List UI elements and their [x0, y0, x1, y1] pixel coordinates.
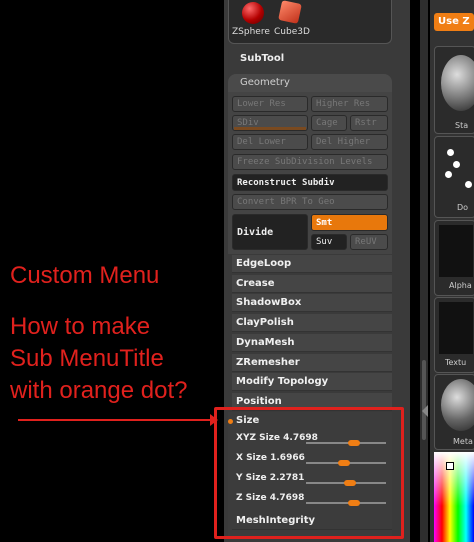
freeze-subdivision-button[interactable]: Freeze SubDivision Levels	[232, 154, 388, 170]
divide-button[interactable]: Divide	[232, 214, 308, 250]
lower-res-button[interactable]: Lower Res	[232, 96, 308, 112]
reuv-button[interactable]: ReUV	[350, 234, 388, 250]
annotation-arrow-icon	[18, 414, 218, 426]
dots-stroke-icon	[443, 145, 473, 195]
zsphere-label: ZSphere	[232, 27, 270, 37]
thumb-label: Alpha	[449, 281, 472, 290]
zsphere-icon	[242, 2, 264, 24]
cube3d-thumb[interactable]	[278, 0, 302, 24]
reconstruct-subdiv-button[interactable]: Reconstruct Subdiv	[232, 174, 388, 191]
convert-bpr-button[interactable]: Convert BPR To Geo	[232, 194, 388, 210]
annotation-question-line-1: How to make	[10, 313, 151, 340]
alpha-preview-icon	[439, 225, 473, 277]
thumb-label: Meta	[453, 437, 473, 446]
texture-thumb[interactable]: Textu	[434, 297, 474, 373]
cube3d-icon	[278, 0, 302, 24]
palette-scrollbar[interactable]	[420, 0, 428, 542]
geometry-section-title[interactable]: Geometry	[228, 74, 392, 92]
use-button[interactable]: Use Z	[434, 13, 474, 31]
subtool-menu[interactable]: SubTool	[240, 53, 284, 64]
del-lower-button[interactable]: Del Lower	[232, 134, 308, 150]
dots-stroke-thumb[interactable]: Do	[434, 136, 474, 218]
color-picker-cursor[interactable]	[446, 462, 454, 470]
annotation-question-line-2: Sub MenuTitle	[10, 345, 164, 372]
thumb-label: Textu	[445, 358, 467, 367]
thumb-label: Do	[457, 203, 469, 212]
standard-brush-thumb[interactable]: Sta	[434, 46, 474, 134]
sdiv-track	[234, 127, 306, 130]
smt-toggle[interactable]: Smt	[311, 214, 388, 231]
alpha-thumb[interactable]: Alpha	[434, 220, 474, 296]
suv-toggle[interactable]: Suv	[311, 234, 347, 250]
cage-button[interactable]: Cage	[311, 115, 347, 131]
material-thumb[interactable]: Meta	[434, 374, 474, 450]
collapse-arrow-icon[interactable]	[422, 405, 428, 417]
del-higher-button[interactable]: Del Higher	[311, 134, 388, 150]
brush-preview-icon	[441, 55, 474, 111]
menu-item-edgeloop[interactable]: EdgeLoop	[232, 255, 392, 273]
rstr-button[interactable]: Rstr	[350, 115, 388, 131]
menu-item-crease[interactable]: Crease	[232, 275, 392, 293]
thumb-label: Sta	[455, 121, 469, 130]
annotation-heading: Custom Menu	[10, 262, 160, 289]
cube3d-label: Cube3D	[274, 27, 310, 37]
zsphere-thumb[interactable]	[238, 2, 264, 24]
menu-item-modify-topology[interactable]: Modify Topology	[232, 373, 392, 391]
texture-preview-icon	[439, 302, 473, 354]
material-preview-icon	[441, 379, 474, 431]
menu-item-claypolish[interactable]: ClayPolish	[232, 314, 392, 332]
higher-res-button[interactable]: Higher Res	[311, 96, 388, 112]
color-picker[interactable]	[434, 452, 474, 542]
scrollbar-thumb[interactable]	[422, 360, 426, 440]
menu-item-shadowbox[interactable]: ShadowBox	[232, 294, 392, 312]
annotation-highlight-box	[214, 407, 404, 539]
annotation-question-line-3: with orange dot?	[10, 377, 188, 404]
menu-item-zremesher[interactable]: ZRemesher	[232, 354, 392, 372]
menu-item-dynamesh[interactable]: DynaMesh	[232, 334, 392, 352]
